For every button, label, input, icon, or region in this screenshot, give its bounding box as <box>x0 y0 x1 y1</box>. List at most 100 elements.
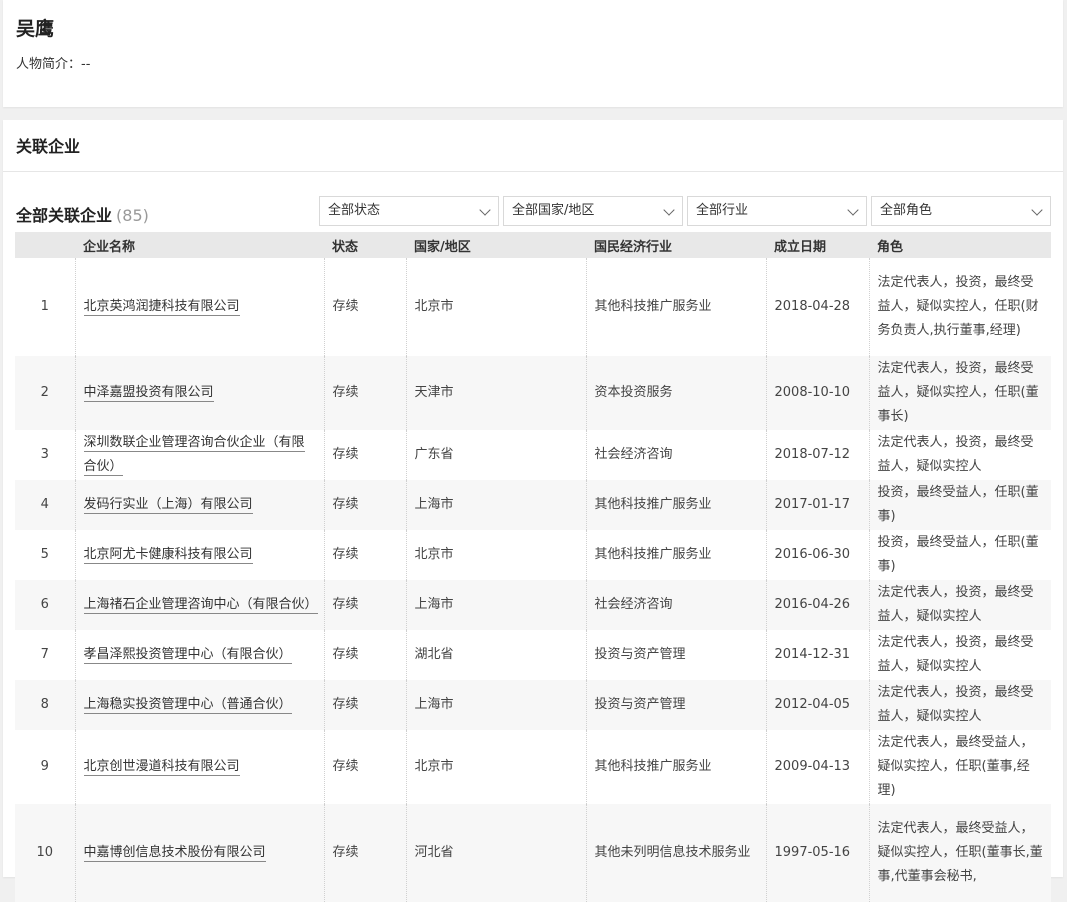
status-filter[interactable]: 全部状态 <box>319 196 499 226</box>
company-industry: 其他未列明信息技术服务业 <box>585 804 766 902</box>
company-link[interactable]: 孝昌泽熙投资管理中心（有限合伙） <box>83 647 292 664</box>
companies-table: 企业名称 状态 国家/地区 国民经济行业 成立日期 角色 1 北京英鸿润捷科技有… <box>15 232 1051 902</box>
person-intro: 人物简介：-- <box>16 53 90 72</box>
company-link[interactable]: 中泽嘉盟投资有限公司 <box>83 385 214 402</box>
company-region: 北京市 <box>405 730 586 804</box>
company-founded-date: 2018-07-12 <box>765 430 869 480</box>
header-role[interactable]: 角色 <box>869 232 1051 258</box>
row-index: 9 <box>40 759 49 774</box>
company-link[interactable]: 中嘉博创信息技术股份有限公司 <box>83 845 266 862</box>
company-status: 存续 <box>323 580 406 630</box>
company-link[interactable]: 北京阿尤卡健康科技有限公司 <box>83 547 253 564</box>
company-founded-date: 1997-05-16 <box>765 804 869 902</box>
list-title: 全部关联企业 (85) <box>16 202 149 226</box>
company-role: 法定代表人，最终受益人，疑似实控人，任职(董事长,董事,代董事会秘书, <box>868 804 1051 902</box>
company-founded-date: 2012-04-05 <box>765 680 869 730</box>
header-status[interactable]: 状态 <box>324 232 406 258</box>
row-index: 8 <box>15 680 75 730</box>
table-row: 5 北京阿尤卡健康科技有限公司 存续 北京市 其他科技推广服务业 2016-06… <box>15 530 1051 580</box>
intro-value: -- <box>81 57 91 72</box>
company-status: 存续 <box>323 258 406 356</box>
company-status: 存续 <box>323 530 406 580</box>
company-count: (85) <box>116 206 149 225</box>
list-title-text: 全部关联企业 <box>16 206 113 225</box>
company-role: 投资，最终受益人，任职(董事) <box>868 530 1051 580</box>
chevron-down-icon <box>479 204 491 216</box>
chevron-down-icon <box>1031 204 1043 216</box>
header-company-name[interactable]: 企业名称 <box>75 232 324 258</box>
company-link[interactable]: 上海禇石企业管理咨询中心（有限合伙） <box>83 597 318 614</box>
row-index: 7 <box>40 647 49 662</box>
company-role: 投资，最终受益人，任职(董事) <box>868 480 1051 530</box>
table-row: 6 上海禇石企业管理咨询中心（有限合伙） 存续 上海市 社会经济咨询 2016-… <box>15 580 1051 630</box>
company-founded-date: 2018-04-28 <box>765 258 869 356</box>
company-region: 河北省 <box>405 804 586 902</box>
role-filter[interactable]: 全部角色 <box>871 196 1051 226</box>
company-industry: 其他科技推广服务业 <box>585 480 766 530</box>
company-link[interactable]: 北京创世漫道科技有限公司 <box>83 759 240 776</box>
company-region: 天津市 <box>405 356 586 430</box>
company-status: 存续 <box>323 356 406 430</box>
table-row: 10 中嘉博创信息技术股份有限公司 存续 河北省 其他未列明信息技术服务业 19… <box>15 804 1051 902</box>
company-founded-date: 2017-01-17 <box>765 480 869 530</box>
company-industry: 其他科技推广服务业 <box>585 530 766 580</box>
company-role: 法定代表人，投资，最终受益人，疑似实控人 <box>868 630 1051 680</box>
company-status: 存续 <box>323 730 406 804</box>
company-region: 广东省 <box>405 430 586 480</box>
company-status: 存续 <box>323 680 406 730</box>
company-industry: 投资与资产管理 <box>585 630 766 680</box>
company-founded-date: 2009-04-13 <box>765 730 869 804</box>
company-region: 上海市 <box>405 580 586 630</box>
company-industry: 社会经济咨询 <box>585 430 766 480</box>
company-status: 存续 <box>323 430 406 480</box>
company-link[interactable]: 发码行实业（上海）有限公司 <box>83 497 253 514</box>
header-industry[interactable]: 国民经济行业 <box>586 232 766 258</box>
row-index: 1 <box>40 299 49 314</box>
company-link[interactable]: 上海稳实投资管理中心（普通合伙） <box>83 697 292 714</box>
company-status: 存续 <box>323 630 406 680</box>
company-industry: 其他科技推广服务业 <box>585 730 766 804</box>
company-founded-date: 2008-10-10 <box>765 356 869 430</box>
table-row: 7 孝昌泽熙投资管理中心（有限合伙） 存续 湖北省 投资与资产管理 2014-1… <box>15 630 1051 680</box>
company-role: 法定代表人，投资，最终受益人，疑似实控人，任职(财务负责人,执行董事,经理) <box>868 258 1051 356</box>
company-region: 上海市 <box>405 680 586 730</box>
region-filter-label: 全部国家/地区 <box>512 203 595 218</box>
company-role: 法定代表人，投资，最终受益人，疑似实控人，任职(董事长) <box>868 356 1051 430</box>
header-index <box>15 232 75 258</box>
table-row: 9 北京创世漫道科技有限公司 存续 北京市 其他科技推广服务业 2009-04-… <box>15 730 1051 804</box>
intro-label: 人物简介： <box>16 57 82 72</box>
industry-filter[interactable]: 全部行业 <box>687 196 867 226</box>
header-founded-date[interactable]: 成立日期 <box>766 232 869 258</box>
row-index: 2 <box>15 356 75 430</box>
industry-filter-label: 全部行业 <box>696 203 749 218</box>
region-filter[interactable]: 全部国家/地区 <box>503 196 683 226</box>
row-index: 3 <box>40 447 49 462</box>
company-region: 上海市 <box>405 480 586 530</box>
row-index: 5 <box>40 547 49 562</box>
company-region: 北京市 <box>405 258 586 356</box>
company-founded-date: 2016-06-30 <box>765 530 869 580</box>
person-name: 吴鹰 <box>16 18 55 40</box>
header-region[interactable]: 国家/地区 <box>406 232 586 258</box>
table-row: 1 北京英鸿润捷科技有限公司 存续 北京市 其他科技推广服务业 2018-04-… <box>15 258 1051 356</box>
row-index: 6 <box>15 580 75 630</box>
company-role: 法定代表人，最终受益人，疑似实控人，任职(董事,经理) <box>868 730 1051 804</box>
status-filter-label: 全部状态 <box>328 203 381 218</box>
company-industry: 投资与资产管理 <box>585 680 766 730</box>
section-divider <box>3 171 1063 172</box>
table-row: 3 深圳数联企业管理咨询合伙企业（有限合伙） 存续 广东省 社会经济咨询 201… <box>15 430 1051 480</box>
row-index: 4 <box>15 480 75 530</box>
company-industry: 其他科技推广服务业 <box>585 258 766 356</box>
related-companies-card: 关联企业 全部关联企业 (85) 全部状态 全部国家/地区 全部行业 全部角色 企… <box>3 120 1063 902</box>
role-filter-label: 全部角色 <box>880 203 933 218</box>
table-row: 2 中泽嘉盟投资有限公司 存续 天津市 资本投资服务 2008-10-10 法定… <box>15 356 1051 430</box>
table-header-row: 企业名称 状态 国家/地区 国民经济行业 成立日期 角色 <box>15 232 1051 258</box>
company-founded-date: 2016-04-26 <box>765 580 869 630</box>
company-industry: 资本投资服务 <box>585 356 766 430</box>
company-role: 法定代表人，投资，最终受益人，疑似实控人 <box>868 430 1051 480</box>
company-founded-date: 2014-12-31 <box>765 630 869 680</box>
section-title: 关联企业 <box>16 137 81 156</box>
company-link[interactable]: 北京英鸿润捷科技有限公司 <box>83 299 240 316</box>
company-link[interactable]: 深圳数联企业管理咨询合伙企业（有限合伙） <box>83 435 305 476</box>
profile-card: 吴鹰 人物简介：-- <box>3 0 1063 107</box>
